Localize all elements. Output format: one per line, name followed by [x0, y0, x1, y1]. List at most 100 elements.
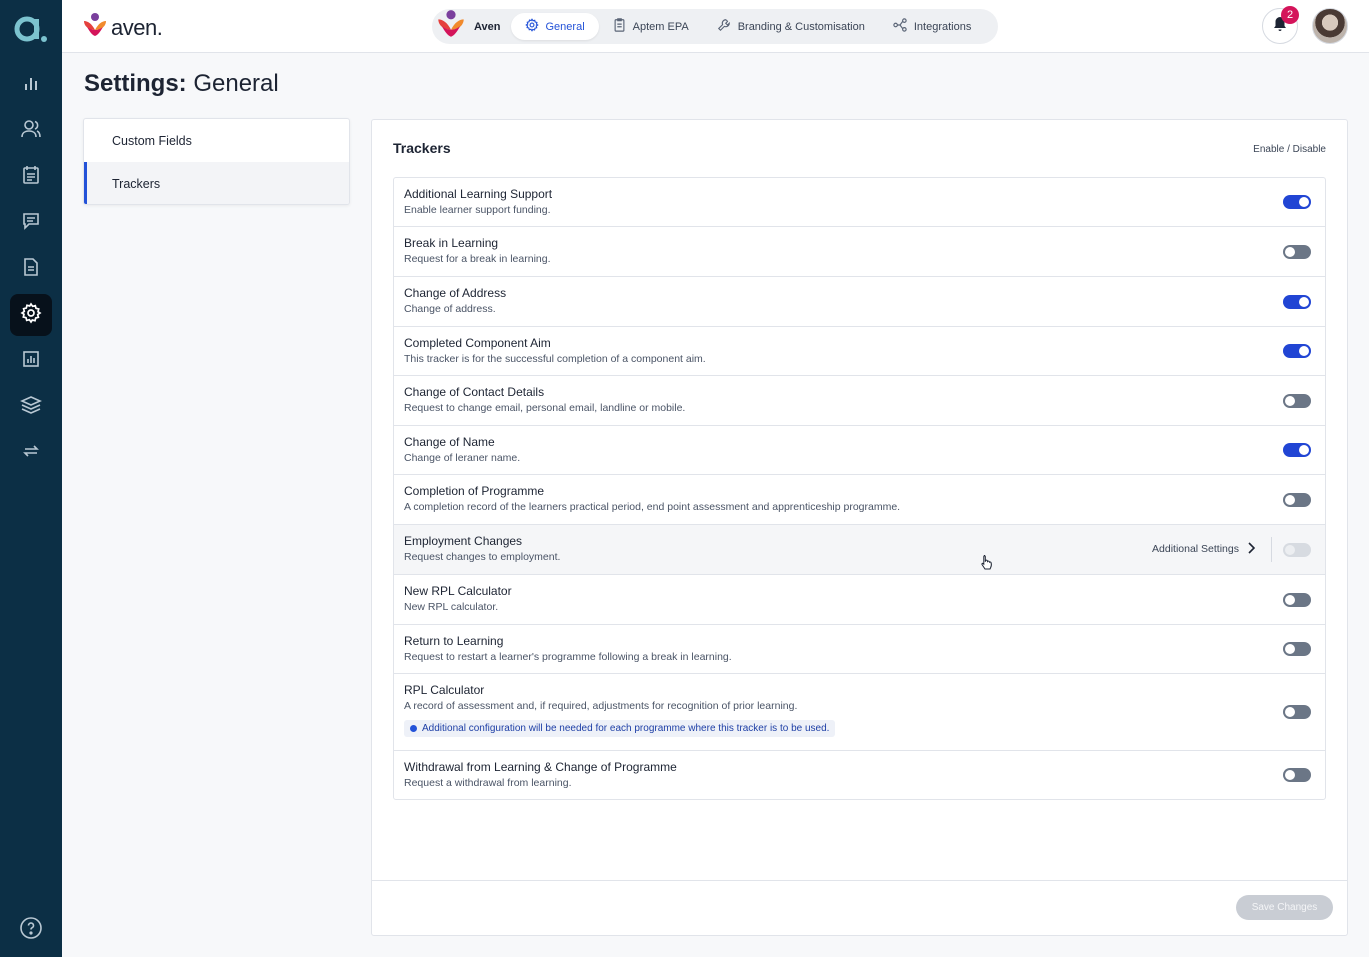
clipboard-icon [613, 18, 626, 35]
tracker-toggle[interactable] [1283, 393, 1311, 408]
tracker-row: Return to Learning Request to restart a … [394, 625, 1325, 674]
tracker-description: Request a withdrawal from learning. [404, 777, 572, 789]
tracker-row: Completion of Programme A completion rec… [394, 475, 1325, 525]
left-rail [0, 0, 62, 957]
tracker-toggle[interactable] [1283, 344, 1311, 358]
tab-general[interactable]: General [510, 13, 599, 40]
document-icon [21, 257, 41, 282]
nav-settings[interactable] [0, 292, 62, 338]
tracker-title: Completion of Programme [404, 484, 545, 498]
integrations-icon [893, 18, 907, 35]
info-note: Additional configuration will be needed … [404, 720, 836, 737]
tracker-description: Request to change email, personal email,… [404, 402, 686, 414]
settings-side-tabs: Custom Fields Trackers [83, 118, 350, 205]
tracker-row: Change of Address Change of address. [394, 277, 1325, 327]
tracker-description: Enable learner support funding. [404, 204, 551, 216]
page-title-rest: General [186, 70, 279, 97]
tracker-toggle[interactable] [1283, 768, 1311, 782]
tracker-toggle[interactable] [1283, 592, 1311, 607]
tracker-row: Employment Changes Request changes to em… [394, 525, 1325, 575]
tab-branding[interactable]: Branding & Customisation [703, 13, 879, 40]
settings-top-nav: Aven General Aptem EPA Branding & Custom… [432, 9, 998, 44]
gear-icon [20, 301, 42, 329]
sidetab-trackers[interactable]: Trackers [84, 162, 349, 204]
info-dot-icon [410, 725, 417, 732]
tracker-title: Change of Address [404, 286, 507, 300]
report-chart-icon [21, 349, 41, 374]
tracker-title: Return to Learning [404, 634, 504, 648]
lotus-logo-icon [82, 12, 108, 43]
tracker-toggle[interactable] [1283, 244, 1311, 259]
notification-count-badge: 2 [1281, 6, 1299, 24]
tracker-toggle[interactable] [1283, 294, 1311, 309]
nav-sync[interactable] [0, 430, 62, 476]
org-lotus-icon [436, 9, 466, 44]
org-switcher[interactable]: Aven [436, 9, 511, 44]
tab-aptem-epa[interactable]: Aptem EPA [599, 13, 703, 40]
tracker-toggle[interactable] [1283, 642, 1311, 656]
hand-cursor-icon [980, 554, 994, 575]
tracker-toggle[interactable] [1283, 492, 1311, 507]
tracker-title: New RPL Calculator [404, 584, 512, 598]
enable-disable-label: Enable / Disable [1253, 144, 1326, 155]
sidetab-custom-fields[interactable]: Custom Fields [84, 119, 349, 162]
help-icon[interactable] [10, 907, 52, 949]
nav-messages[interactable] [0, 200, 62, 246]
org-name: Aven [474, 20, 501, 33]
top-header: aven. Aven General Aptem EPA Branding & … [62, 0, 1369, 53]
nav-dashboard[interactable] [0, 62, 62, 108]
nav-reports[interactable] [0, 338, 62, 384]
tracker-title: Completed Component Aim [404, 336, 551, 350]
layers-icon [20, 395, 42, 420]
tracker-description: New RPL calculator. [404, 601, 499, 613]
tracker-row: Change of Name Change of leraner name. [394, 426, 1325, 475]
tracker-toggle[interactable] [1283, 195, 1311, 209]
gear-icon [524, 18, 539, 35]
message-icon [21, 211, 41, 236]
user-avatar[interactable] [1312, 8, 1348, 44]
aptem-logo-icon[interactable] [13, 12, 49, 46]
page-title-bold: Settings: [84, 70, 187, 97]
tracker-description: Change of leraner name. [404, 452, 521, 464]
nav-users[interactable] [0, 108, 62, 154]
tracker-title: RPL Calculator [404, 683, 485, 697]
tracker-row: Additional Learning Support Enable learn… [394, 178, 1325, 227]
tracker-title: Change of Name [404, 435, 495, 449]
tracker-description: Change of address. [404, 303, 496, 315]
tracker-description: A completion record of the learners prac… [404, 501, 901, 513]
brand-name: aven. [111, 14, 163, 40]
sync-icon [21, 441, 41, 466]
tab-label: Integrations [913, 20, 972, 33]
tracker-row: RPL Calculator A record of assessment an… [394, 674, 1325, 751]
info-note-text: Additional configuration will be needed … [422, 723, 830, 734]
nav-planner[interactable] [0, 154, 62, 200]
tracker-row: Completed Component Aim This tracker is … [394, 327, 1325, 376]
tracker-title: Change of Contact Details [404, 385, 545, 399]
tab-integrations[interactable]: Integrations [879, 13, 985, 40]
save-changes-button[interactable]: Save Changes [1236, 895, 1333, 920]
tab-label: Aptem EPA [632, 20, 689, 33]
tracker-row: New RPL Calculator New RPL calculator. [394, 575, 1325, 625]
nav-layers[interactable] [0, 384, 62, 430]
tab-label: Branding & Customisation [737, 20, 865, 33]
additional-settings-label: Additional Settings [1152, 543, 1239, 555]
page-title: Settings: General [84, 70, 279, 98]
tracker-title: Additional Learning Support [404, 187, 553, 201]
tracker-row: Withdrawal from Learning & Change of Pro… [394, 751, 1325, 799]
tracker-title: Break in Learning [404, 236, 499, 250]
trackers-list: Additional Learning Support Enable learn… [393, 177, 1326, 800]
tracker-description: Request to restart a learner's programme… [404, 651, 732, 663]
tracker-row: Break in Learning Request for a break in… [394, 227, 1325, 277]
tracker-toggle[interactable] [1283, 443, 1311, 457]
chevron-right-icon [1247, 541, 1256, 557]
brand-logo[interactable]: aven. [82, 12, 163, 43]
tracker-description: A record of assessment and, if required,… [404, 700, 798, 712]
additional-settings-link[interactable]: Additional Settings [1152, 541, 1256, 557]
wrench-icon [717, 18, 731, 35]
tracker-toggle[interactable] [1283, 705, 1311, 719]
notifications-button[interactable]: 2 [1262, 6, 1299, 44]
nav-documents[interactable] [0, 246, 62, 292]
trackers-panel: Trackers Enable / Disable Additional Lea… [371, 119, 1348, 936]
tab-label: General [545, 20, 585, 33]
tracker-toggle[interactable] [1283, 542, 1311, 557]
